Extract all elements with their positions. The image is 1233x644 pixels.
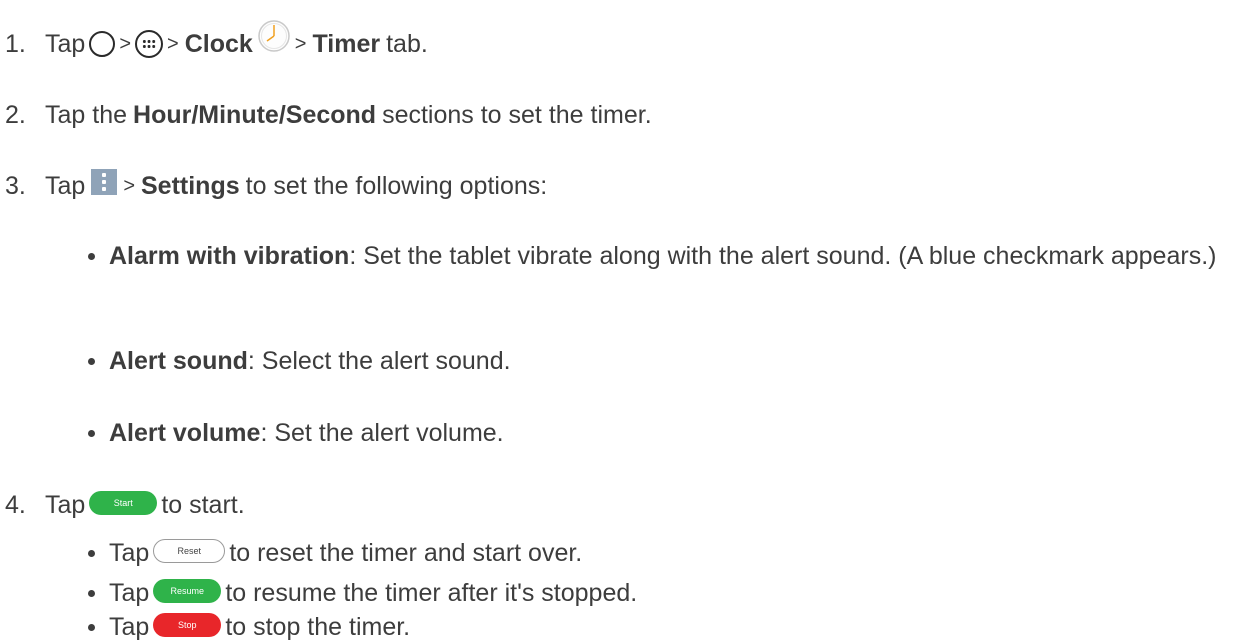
option-desc: : Set the alert volume. (260, 419, 504, 447)
step-2: 2. Tap the Hour/Minute/Second sections t… (5, 100, 652, 130)
step-4: 4. Tap Start to start. (5, 490, 245, 520)
apps-icon (135, 30, 163, 58)
settings-label: Settings (141, 172, 240, 200)
clock-label: Clock (184, 30, 253, 58)
bullet (88, 357, 95, 365)
substep-text: to stop the timer. (225, 613, 411, 641)
option-term: Alert sound (109, 347, 248, 375)
bullet (88, 429, 95, 437)
home-icon (89, 31, 116, 57)
substep-prefix: Tap (109, 579, 150, 607)
separator: > (123, 175, 135, 197)
step-text: sections to set the timer. (382, 101, 652, 129)
substep-prefix: Tap (109, 539, 150, 567)
option-term: Alarm with vibration (109, 242, 350, 270)
step-text: Tap the (45, 101, 128, 129)
step-1: 1. Tap > > Clock > Timer tab. (5, 20, 428, 61)
step-text: Tap (45, 172, 86, 200)
option-alert-sound: Alert sound : Select the alert sound. (88, 346, 511, 376)
clock-icon (258, 20, 290, 52)
option-alarm-vibration: Alarm with vibration: Set the tablet vib… (88, 241, 1219, 271)
step-text: Tap (45, 30, 86, 58)
separator: > (119, 33, 131, 55)
separator: > (167, 33, 179, 55)
step-text: to start. (161, 491, 245, 519)
step-text: tab. (386, 30, 428, 58)
step-number: 2. (5, 101, 26, 129)
step-number: 1. (5, 30, 26, 58)
sections-label: Hour/Minute/Second (133, 101, 377, 129)
start-button: Start (89, 491, 158, 515)
bullet (88, 623, 95, 631)
bullet (88, 253, 95, 260)
substep-text: to reset the timer and start over. (229, 539, 583, 567)
substep-resume: Tap Resume to resume the timer after it'… (88, 578, 637, 608)
step-text: to set the following options: (245, 172, 548, 200)
bullet (88, 589, 95, 597)
timer-tab-label: Timer (312, 30, 381, 58)
substep-prefix: Tap (109, 613, 150, 641)
option-text: Alarm with vibration: Set the tablet vib… (109, 241, 1219, 271)
separator: > (294, 33, 307, 55)
reset-button: Reset (153, 539, 226, 563)
option-desc: : Set the tablet vibrate along with the … (349, 242, 1217, 270)
resume-button: Resume (153, 579, 222, 603)
stop-button: Stop (153, 613, 222, 637)
step-3: 3. Tap > Settings to set the following o… (5, 169, 548, 201)
option-term: Alert volume (109, 419, 261, 447)
bullet (88, 549, 95, 557)
substep-reset: Tap Reset to reset the timer and start o… (88, 538, 582, 568)
step-text: Tap (45, 491, 86, 519)
substep-text: to resume the timer after it's stopped. (225, 579, 638, 607)
option-alert-volume: Alert volume : Set the alert volume. (88, 418, 504, 448)
substep-stop: Tap Stop to stop the timer. (88, 612, 410, 642)
option-desc: : Select the alert sound. (247, 347, 511, 375)
step-number: 4. (5, 491, 26, 519)
overflow-menu-icon (91, 169, 118, 195)
step-number: 3. (5, 172, 26, 200)
